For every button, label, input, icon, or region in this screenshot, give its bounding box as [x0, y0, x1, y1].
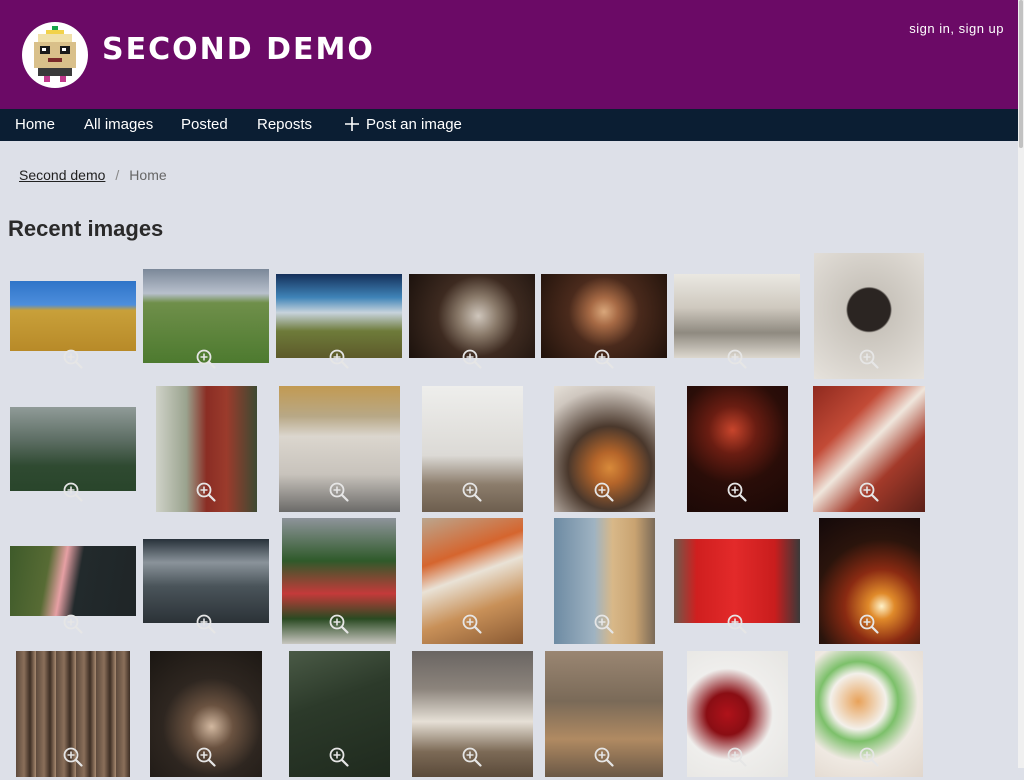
gallery-item-candle-leaves[interactable] — [806, 515, 932, 647]
gallery-item-stormy-plain[interactable] — [276, 250, 402, 382]
user-links: sign in, sign up — [909, 21, 1004, 36]
zoom-in-icon[interactable] — [328, 613, 350, 635]
zoom-in-icon[interactable] — [858, 746, 880, 768]
gallery-item-archway-hall[interactable] — [541, 250, 667, 382]
gallery-item-mountain-clouds[interactable] — [143, 515, 269, 647]
gallery-item-phone-booth[interactable] — [674, 515, 800, 647]
zoom-in-icon[interactable] — [328, 348, 350, 370]
zoom-in-icon[interactable] — [461, 348, 483, 370]
zoom-in-icon[interactable] — [62, 746, 84, 768]
main-nav: Home All images Posted Reposts Post an i… — [0, 109, 1018, 141]
nav-posted[interactable]: Posted — [181, 116, 228, 133]
gallery-item-woman-cafe[interactable] — [143, 648, 269, 780]
zoom-in-icon[interactable] — [461, 746, 483, 768]
zoom-in-icon[interactable] — [726, 746, 748, 768]
nav-home[interactable]: Home — [15, 116, 55, 133]
nav-post-image[interactable]: Post an image — [344, 116, 462, 133]
gallery-item-deer-forest[interactable] — [541, 648, 667, 780]
zoom-in-icon[interactable] — [858, 481, 880, 503]
zoom-in-icon[interactable] — [195, 481, 217, 503]
zoom-in-icon[interactable] — [195, 746, 217, 768]
zoom-in-icon[interactable] — [593, 481, 615, 503]
gallery-item-green-hair-portrait[interactable] — [674, 383, 800, 515]
gallery-item-white-dog[interactable] — [409, 250, 535, 382]
zoom-in-icon[interactable] — [461, 613, 483, 635]
gallery-item-window-horse[interactable] — [806, 250, 932, 382]
gallery-item-glassware[interactable] — [806, 648, 932, 780]
zoom-in-icon[interactable] — [195, 348, 217, 370]
gallery-item-flower-bench[interactable] — [276, 515, 402, 647]
zoom-in-icon[interactable] — [328, 746, 350, 768]
zoom-in-icon[interactable] — [858, 613, 880, 635]
zoom-in-icon[interactable] — [593, 746, 615, 768]
thumbnail-phone-booth[interactable] — [674, 539, 800, 623]
zoom-in-icon[interactable] — [62, 613, 84, 635]
site-logo[interactable] — [22, 22, 88, 88]
pixel-robot-icon — [34, 26, 76, 82]
gallery-item-castle-tower[interactable] — [541, 515, 667, 647]
plus-icon — [345, 116, 359, 131]
gallery-item-bare-sapling[interactable] — [409, 383, 535, 515]
thumbnail-coastline-aerial[interactable] — [10, 546, 136, 616]
zoom-in-icon[interactable] — [461, 481, 483, 503]
zoom-in-icon[interactable] — [726, 481, 748, 503]
section-title: Recent images — [8, 216, 164, 241]
gallery-item-wheat-field[interactable] — [10, 250, 136, 382]
gallery-item-pumpkins-candles[interactable] — [541, 383, 667, 515]
gallery-item-forest-fog[interactable] — [10, 383, 136, 515]
site-title[interactable]: SECOND DEMO — [102, 32, 375, 67]
gallery-item-book-wood[interactable] — [409, 648, 535, 780]
sign-up-link[interactable]: sign up — [959, 21, 1004, 36]
thumbnail-stormy-plain[interactable] — [276, 274, 402, 358]
thumbnail-wheat-field[interactable] — [10, 281, 136, 351]
thumbnail-oculus-station[interactable] — [674, 274, 800, 358]
scrollbar-thumb[interactable] — [1019, 0, 1023, 148]
thumbnail-archway-hall[interactable] — [541, 274, 667, 358]
zoom-in-icon[interactable] — [858, 348, 880, 370]
zoom-in-icon[interactable] — [62, 348, 84, 370]
zoom-in-icon[interactable] — [195, 613, 217, 635]
gallery-item-red-rooftops[interactable] — [806, 383, 932, 515]
zoom-in-icon[interactable] — [62, 481, 84, 503]
nav-reposts[interactable]: Reposts — [257, 116, 312, 133]
zoom-in-icon[interactable] — [726, 613, 748, 635]
page-scrollbar[interactable] — [1018, 0, 1024, 768]
gallery-item-green-meadow[interactable] — [143, 250, 269, 382]
zoom-in-icon[interactable] — [593, 348, 615, 370]
gallery-item-dark-grass[interactable] — [276, 648, 402, 780]
breadcrumb-root-link[interactable]: Second demo — [19, 167, 105, 183]
thumbnail-mountain-clouds[interactable] — [143, 539, 269, 623]
zoom-in-icon[interactable] — [593, 613, 615, 635]
gallery-item-coastline-aerial[interactable] — [10, 515, 136, 647]
gallery-item-woman-red-coat[interactable] — [143, 383, 269, 515]
site-header: SECOND DEMO sign in, sign up — [0, 0, 1018, 109]
gallery-item-cafe-table[interactable] — [409, 515, 535, 647]
breadcrumb-separator: / — [115, 167, 120, 183]
breadcrumb: Second demo / Home — [19, 167, 167, 183]
sign-in-link[interactable]: sign in — [909, 21, 950, 36]
gallery-item-tall-trunks[interactable] — [10, 648, 136, 780]
nav-all-images[interactable]: All images — [84, 116, 153, 133]
user-links-separator: , — [950, 21, 959, 36]
breadcrumb-current: Home — [129, 167, 167, 183]
zoom-in-icon[interactable] — [726, 348, 748, 370]
gallery-item-cyclists-wall[interactable] — [276, 383, 402, 515]
gallery-item-oculus-station[interactable] — [674, 250, 800, 382]
nav-post-image-label: Post an image — [366, 116, 462, 133]
thumbnail-forest-fog[interactable] — [10, 407, 136, 491]
gallery-item-red-dahlias[interactable] — [674, 648, 800, 780]
zoom-in-icon[interactable] — [328, 481, 350, 503]
thumbnail-white-dog[interactable] — [409, 274, 535, 358]
